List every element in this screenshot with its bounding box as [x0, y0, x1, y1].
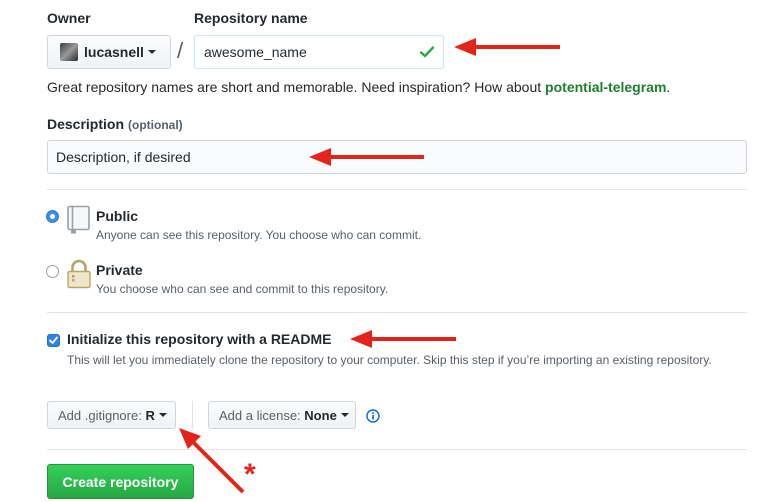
- divider-bottom: [47, 449, 747, 450]
- chevron-down-icon: [158, 413, 167, 417]
- owner-name: lucasnell: [84, 44, 144, 60]
- description-value: Description, if desired: [56, 149, 191, 165]
- owner-avatar: [60, 43, 78, 61]
- public-repo-icon: [66, 205, 92, 238]
- arrow-readme: [350, 330, 456, 348]
- hint-text: Great repository names are short and mem…: [47, 79, 546, 95]
- private-title: Private: [96, 262, 143, 278]
- description-label-text: Description: [47, 116, 125, 132]
- public-radio[interactable]: [46, 210, 59, 223]
- optional-tag: (optional): [128, 118, 183, 132]
- repo-name-input[interactable]: awesome_name: [194, 35, 444, 69]
- hint-end: .: [666, 79, 671, 95]
- suggestion-link[interactable]: potential-telegram: [545, 79, 666, 95]
- readme-checkbox[interactable]: [47, 334, 60, 347]
- private-note: You choose who can see and commit to thi…: [96, 282, 389, 296]
- public-note: Anyone can see this repository. You choo…: [96, 228, 422, 242]
- options-separator: [192, 401, 193, 429]
- chevron-down-icon: [340, 413, 349, 417]
- chevron-down-icon: [147, 50, 156, 54]
- create-repository-button[interactable]: Create repository: [47, 464, 194, 499]
- repo-name-hint: Great repository names are short and mem…: [47, 79, 670, 95]
- description-label: Description (optional): [47, 116, 183, 132]
- repo-name-label: Repository name: [194, 10, 308, 26]
- license-value: None: [304, 407, 337, 423]
- owner-repo-separator: /: [177, 38, 184, 63]
- gitignore-value: R: [145, 407, 155, 423]
- license-label: Add a license:: [219, 407, 301, 423]
- annotation-asterisk: *: [244, 458, 256, 491]
- gitignore-dropdown[interactable]: Add .gitignore: R: [47, 401, 176, 429]
- lock-icon: [66, 258, 92, 293]
- description-input[interactable]: Description, if desired: [47, 140, 747, 174]
- check-icon: [419, 44, 435, 63]
- divider-middle: [47, 312, 747, 313]
- readme-note: This will let you immediately clone the …: [67, 353, 712, 367]
- owner-dropdown[interactable]: lucasnell: [47, 35, 171, 69]
- owner-label: Owner: [47, 10, 91, 26]
- gitignore-label: Add .gitignore:: [58, 407, 142, 423]
- readme-title: Initialize this repository with a README: [67, 331, 332, 347]
- repo-name-value: awesome_name: [204, 44, 307, 60]
- license-dropdown[interactable]: Add a license: None: [208, 401, 356, 429]
- private-radio[interactable]: [46, 265, 59, 278]
- divider-top: [47, 189, 747, 190]
- public-title: Public: [96, 208, 139, 224]
- info-icon[interactable]: [366, 409, 380, 426]
- arrow-repo-name: [454, 38, 560, 56]
